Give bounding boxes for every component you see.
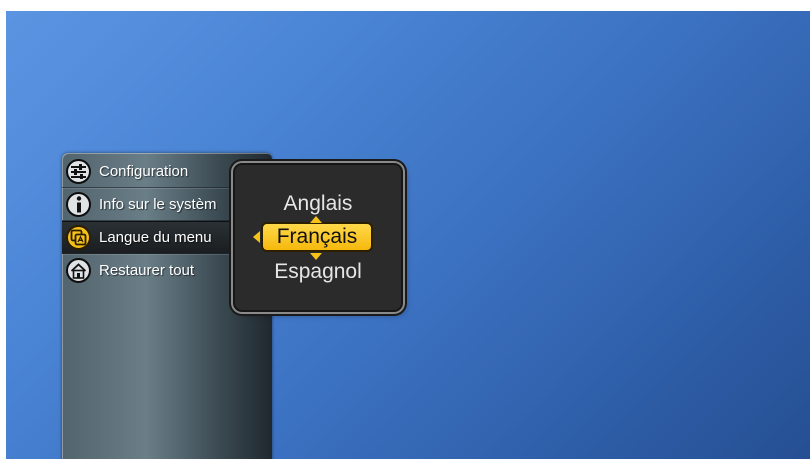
menu-item-label: Restaurer tout xyxy=(99,262,195,279)
sliders-icon xyxy=(66,158,91,184)
language-icon xyxy=(66,225,91,250)
arrow-up-icon xyxy=(310,216,322,223)
language-option-selected[interactable]: Français xyxy=(261,222,373,252)
language-option-previous[interactable]: Anglais xyxy=(235,192,401,216)
tv-screen: Configuration Info sur le systèm Langue … xyxy=(6,11,810,459)
language-picker-popup: Anglais Français Espagnol xyxy=(235,165,401,310)
arrow-down-icon xyxy=(310,253,322,260)
menu-item-label: Configuration xyxy=(99,162,189,180)
menu-item-label: Info sur le systèm xyxy=(99,195,217,213)
info-icon xyxy=(66,191,91,217)
arrow-left-icon xyxy=(253,231,260,243)
menu-item-label: Langue du menu xyxy=(99,229,212,246)
language-option-next[interactable]: Espagnol xyxy=(235,260,401,284)
home-icon xyxy=(66,258,91,283)
